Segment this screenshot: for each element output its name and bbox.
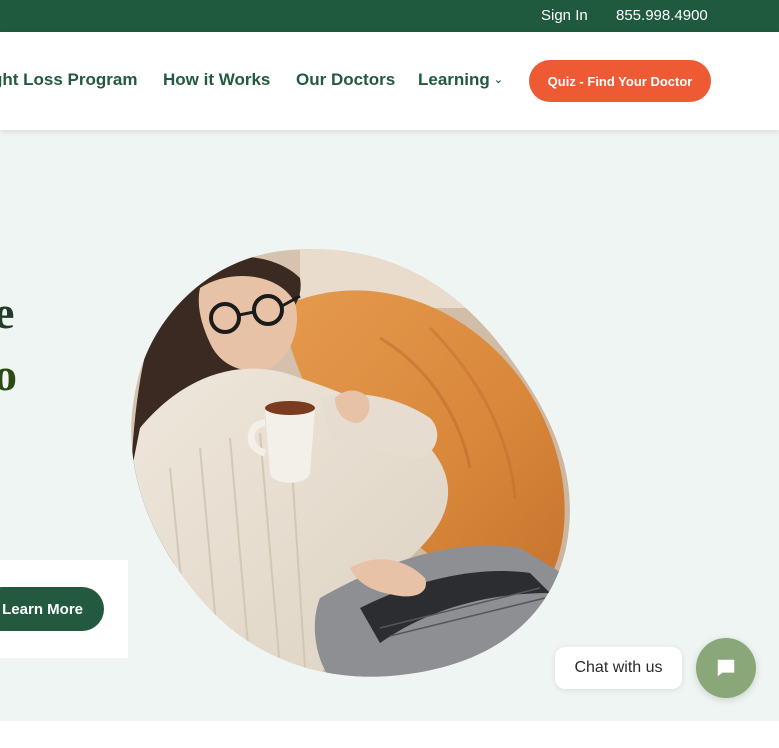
quiz-find-doctor-button[interactable]: Quiz - Find Your Doctor [529,60,711,102]
hero-photo [130,248,570,678]
headline-fragment: e [0,287,15,338]
chat-with-us-label[interactable]: Chat with us [555,647,682,689]
learn-more-button[interactable]: Learn More [0,587,104,631]
nav-learning-dropdown[interactable]: Learning ⌄ [418,70,503,90]
hero-section: e o Learn More Chat with us [0,130,779,721]
chevron-down-icon: ⌄ [493,74,504,86]
main-navigation: ght Loss Program How it Works Our Doctor… [0,32,779,130]
nav-our-doctors[interactable]: Our Doctors [296,70,395,90]
woman-with-laptop-photo [131,249,570,677]
chat-bubble-icon [717,659,735,677]
cta-card: Learn More [0,560,128,658]
phone-number-link[interactable]: 855.998.4900 [616,7,708,24]
sign-in-link[interactable]: Sign In [541,7,588,24]
section-divider [0,721,779,748]
top-utility-bar: Sign In 855.998.4900 [0,0,779,32]
nav-how-it-works[interactable]: How it Works [163,70,270,90]
nav-weight-loss-program[interactable]: ght Loss Program [0,70,137,90]
headline-fragment: o [0,349,17,400]
chat-launcher-button[interactable] [696,638,756,698]
nav-learning-label: Learning [418,70,490,89]
